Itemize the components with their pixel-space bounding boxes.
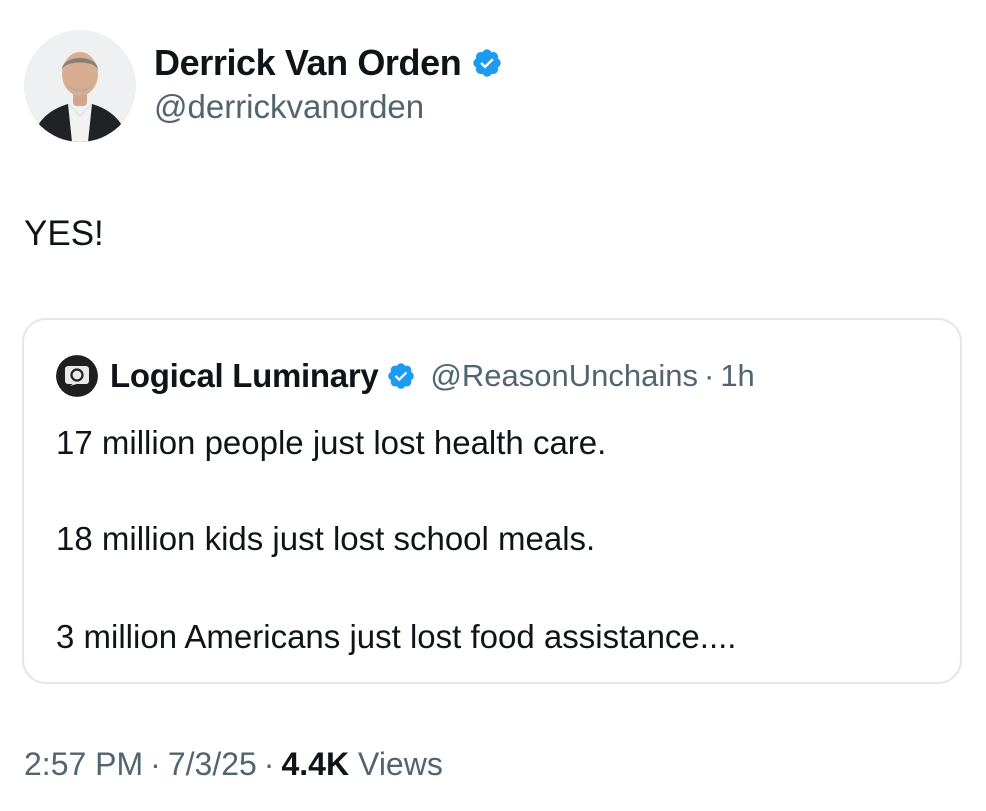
meta-separator-2: · [263, 746, 275, 782]
profile-photo [24, 30, 136, 142]
author-handle[interactable]: @derrickvanorden [154, 88, 424, 126]
tweet-meta: 2:57 PM · 7/3/25 · 4.4K Views [24, 746, 443, 783]
quote-verified-badge-icon [386, 361, 416, 391]
author-name[interactable]: Derrick Van Orden [154, 42, 462, 84]
tweet-text: YES! [24, 214, 104, 253]
quote-timestamp[interactable]: 1h [720, 358, 754, 394]
quote-author-handle[interactable]: @ReasonUnchains [430, 358, 698, 394]
quote-text-line-3: 3 million Americans just lost food assis… [56, 618, 737, 655]
verified-badge-icon [471, 47, 503, 79]
author-avatar[interactable] [24, 30, 136, 142]
author-name-row: Derrick Van Orden [154, 40, 503, 86]
quote-author-name[interactable]: Logical Luminary [110, 357, 379, 395]
quote-text-line-2: 18 million kids just lost school meals. [56, 520, 596, 557]
quote-text-line-1: 17 million people just lost health care. [56, 424, 607, 461]
quote-avatar-icon [56, 355, 98, 397]
tweet-time[interactable]: 2:57 PM [24, 746, 143, 783]
tweet-date[interactable]: 7/3/25 [168, 746, 257, 783]
quote-separator: · [703, 358, 715, 393]
meta-separator-1: · [150, 746, 161, 782]
quote-header: Logical Luminary @ReasonUnchains · 1h [56, 354, 755, 398]
quote-avatar[interactable] [56, 355, 98, 397]
views-count[interactable]: 4.4K [281, 746, 349, 783]
quote-tweet-card[interactable]: Logical Luminary @ReasonUnchains · 1h 17… [22, 318, 962, 684]
views-label[interactable]: Views [358, 746, 443, 783]
